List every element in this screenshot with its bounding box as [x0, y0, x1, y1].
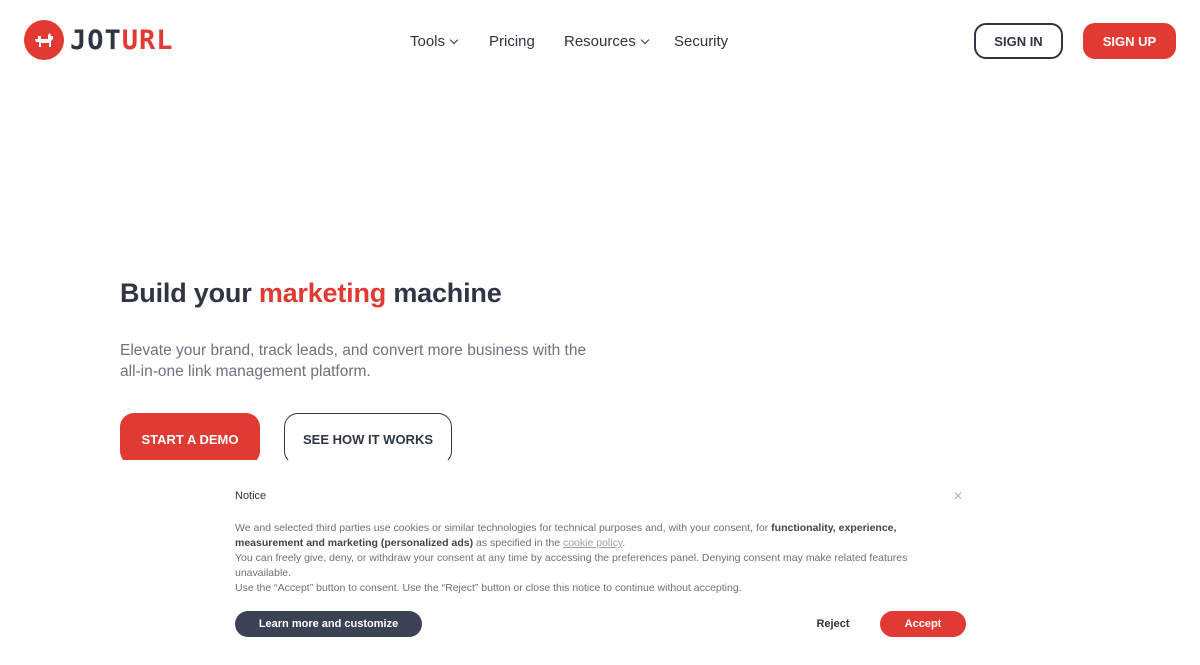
- start-demo-button[interactable]: START A DEMO: [120, 413, 260, 465]
- hero-title: Build your marketing machine: [120, 278, 502, 309]
- chevron-down-icon: [449, 35, 459, 44]
- logo-text-part2: URL: [121, 24, 174, 56]
- dog-icon: [24, 20, 64, 60]
- nav-item-label: Security: [674, 32, 729, 50]
- nav-item-label: Resources: [564, 32, 636, 50]
- cookie-notice: Notice ✕ We and selected third parties u…: [0, 460, 1200, 665]
- hero-title-start: Build your: [120, 278, 259, 308]
- cookie-policy-link[interactable]: cookie policy: [563, 537, 622, 549]
- notice-paragraph-withdraw: You can freely give, deny, or withdraw y…: [235, 552, 908, 579]
- nav-item-label: Tools: [410, 32, 446, 50]
- chevron-down-icon: [640, 35, 649, 44]
- notice-paragraph-instructions: Use the “Accept” button to consent. Use …: [235, 582, 742, 594]
- sign-up-button[interactable]: SIGN UP: [1083, 23, 1176, 59]
- hero-title-end: machine: [386, 278, 502, 308]
- logo[interactable]: JOTURL: [24, 20, 174, 60]
- notice-text: .: [622, 537, 626, 549]
- notice-text: as specified in the: [473, 537, 563, 549]
- reject-button[interactable]: Reject: [806, 611, 860, 637]
- hero-subtitle: Elevate your brand, track leads, and con…: [120, 342, 587, 380]
- accept-button[interactable]: Accept: [880, 611, 966, 637]
- learn-more-button[interactable]: Learn more and customize: [235, 611, 422, 637]
- logo-text-part1: JOT: [70, 24, 122, 56]
- site-header: JOTURL Tools Pricing Resources Security …: [0, 0, 1200, 82]
- sign-in-button[interactable]: SIGN IN: [974, 23, 1063, 59]
- notice-paragraph-consent: We and selected third parties use cookie…: [235, 521, 950, 551]
- close-icon[interactable]: ✕: [952, 490, 964, 502]
- notice-body: We and selected third parties use cookie…: [235, 521, 950, 596]
- notice-title: Notice: [235, 490, 267, 502]
- see-how-it-works-button[interactable]: SEE HOW IT WORKS: [284, 413, 452, 465]
- logo-wordmark: JOTURL: [70, 27, 174, 54]
- nav-item-pricing[interactable]: Pricing: [489, 33, 535, 50]
- nav-item-label: Pricing: [489, 32, 535, 50]
- hero-title-accent: marketing: [258, 278, 387, 308]
- notice-text: We and selected third parties use cookie…: [235, 522, 772, 534]
- nav-item-security[interactable]: Security: [674, 33, 728, 50]
- nav-item-tools[interactable]: Tools: [410, 32, 459, 50]
- nav-item-resources[interactable]: Resources: [564, 32, 649, 50]
